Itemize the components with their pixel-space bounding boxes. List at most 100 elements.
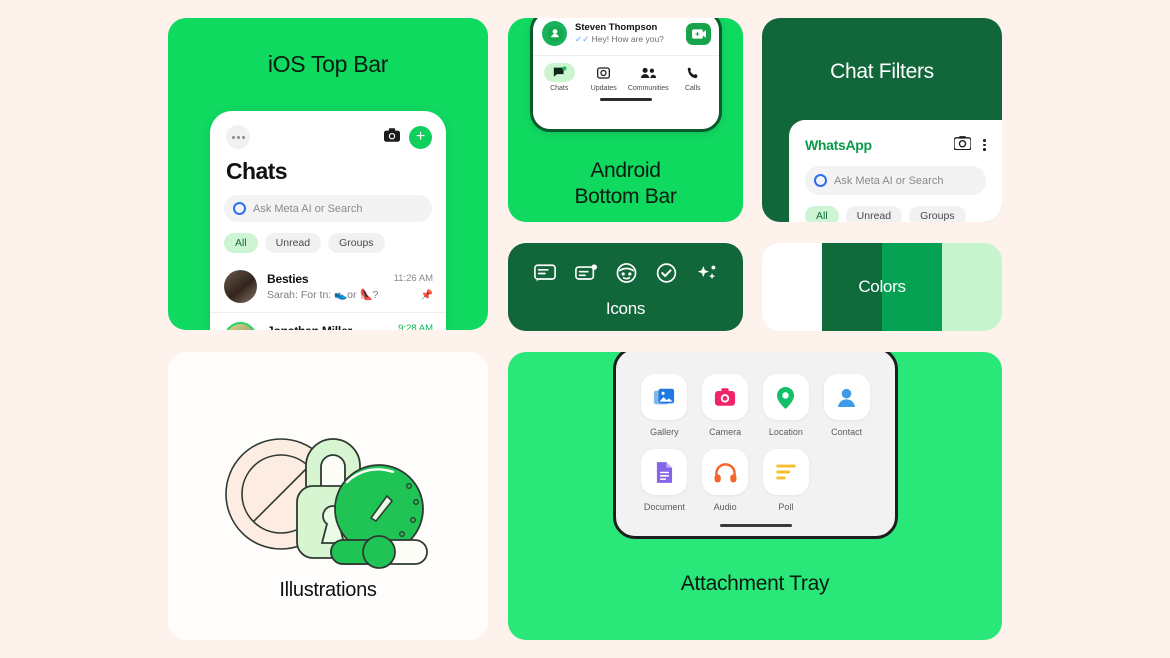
filter-pill-all[interactable]: All [224, 233, 258, 253]
attachment-label: Location [768, 427, 803, 437]
phone-icon [678, 63, 709, 82]
illustration-graphic [225, 438, 428, 569]
card-android-bottom-bar: Steven Thompson ✓✓ Hey! How are you? Cha… [508, 18, 743, 222]
attachment-label: Camera [709, 427, 742, 437]
bottom-navigation: Chats Updates Communities Calls [533, 56, 719, 96]
filter-pill-groups[interactable]: Groups [909, 206, 966, 222]
filter-pill-groups[interactable]: Groups [328, 233, 385, 253]
profile-avatar-icon [542, 21, 567, 46]
headphones-icon [702, 449, 749, 495]
message-text: Hey! How are you? [591, 34, 664, 44]
card-icons: Icons [508, 243, 743, 331]
search-input[interactable]: Ask Meta AI or Search [224, 195, 432, 222]
message-icon [533, 263, 556, 288]
nav-label: Chats [550, 85, 569, 92]
attachment-option-poll[interactable]: Poll [756, 449, 817, 512]
attachment-option-location[interactable]: Location [756, 374, 817, 437]
camera-icon [702, 374, 749, 420]
message-badge-icon [574, 263, 597, 288]
search-placeholder: Ask Meta AI or Search [253, 202, 363, 215]
contact-icon [823, 374, 870, 420]
kebab-menu-icon[interactable] [983, 138, 986, 152]
nav-label: Communities [627, 85, 669, 92]
attachment-option-camera[interactable]: Camera [695, 374, 756, 437]
filter-pill-all[interactable]: All [805, 206, 839, 222]
speedometer-gauge-icon [330, 464, 428, 569]
card-title-line1: Android [590, 159, 661, 182]
card-ios-top-bar: iOS Top Bar + Chats Ask Meta AI or Searc… [168, 18, 488, 330]
avatar-mask-icon [616, 263, 637, 288]
message-preview: ✓✓ Hey! How are you? [575, 34, 678, 45]
camera-icon[interactable] [953, 135, 973, 155]
nav-item-chats[interactable]: Chats [537, 63, 582, 92]
attachment-label: Audio [713, 502, 737, 512]
attachment-phone-mockup: Gallery Camera Location Contact Document… [613, 352, 898, 539]
attachment-option-document[interactable]: Document [634, 449, 695, 512]
card-title-icons: Icons [605, 299, 646, 318]
attachment-option-gallery[interactable]: Gallery [634, 374, 695, 437]
card-title-line2: Bottom Bar [574, 184, 677, 208]
card-title-attachment-tray: Attachment Tray [680, 572, 830, 595]
camera-icon[interactable] [384, 127, 400, 147]
filter-pill-unread[interactable]: Unread [845, 206, 903, 222]
chat-timestamp: 9:28 AM [398, 323, 433, 330]
chat-preview: Sarah: For tn: 👟or 👠? [267, 289, 379, 301]
card-title-colors: Colors [858, 277, 906, 296]
meta-ai-icon [814, 174, 827, 187]
attachment-option-contact[interactable]: Contact [816, 374, 877, 437]
more-horizontal-icon[interactable] [226, 125, 250, 149]
app-header: WhatsApp [789, 120, 1002, 155]
attachment-option-audio[interactable]: Audio [695, 449, 756, 512]
chat-name: Jonathan Miller [267, 324, 388, 330]
chat-filter-pills: All Unread Groups [210, 222, 446, 253]
nav-label: Calls [684, 85, 701, 92]
verified-check-icon [656, 263, 677, 288]
card-title-android: Android Bottom Bar [508, 158, 743, 209]
design-system-board: iOS Top Bar + Chats Ask Meta AI or Searc… [0, 0, 1170, 658]
attachment-label: Contact [831, 427, 863, 437]
list-item[interactable]: Steven Thompson ✓✓ Hey! How are you? [533, 18, 719, 56]
gallery-icon [641, 374, 688, 420]
search-input[interactable]: Ask Meta AI or Search [805, 166, 986, 195]
attachment-label: Document [643, 502, 685, 512]
chats-icon [544, 63, 575, 82]
document-icon [641, 449, 688, 495]
nav-item-calls[interactable]: Calls [671, 63, 716, 92]
chat-name: Besties [267, 272, 309, 286]
camera-plus-icon[interactable] [686, 22, 711, 45]
pin-icon: 📌 [420, 289, 433, 301]
app-name: WhatsApp [805, 137, 872, 153]
avatar [224, 322, 257, 330]
card-attachment-tray: Gallery Camera Location Contact Document… [508, 352, 1002, 640]
contact-name: Steven Thompson [575, 22, 658, 33]
android-phone-mockup: Steven Thompson ✓✓ Hey! How are you? Cha… [530, 18, 722, 132]
card-title-ios: iOS Top Bar [267, 51, 389, 77]
attachment-grid: Gallery Camera Location Contact Document… [616, 352, 895, 512]
double-check-icon: ✓✓ [575, 34, 590, 44]
nav-label: Updates [590, 85, 617, 92]
home-indicator [719, 524, 792, 527]
plus-icon[interactable]: + [409, 125, 432, 149]
location-pin-icon [762, 374, 809, 420]
attachment-label: Gallery [650, 427, 679, 437]
card-chat-filters: Chat Filters WhatsApp Ask Meta AI or Sea… [762, 18, 1002, 222]
home-indicator [600, 98, 652, 101]
poll-icon [762, 449, 809, 495]
card-title-chat-filters: Chat Filters [830, 60, 934, 83]
whatsapp-panel-mockup: WhatsApp Ask Meta AI or Search All Unrea… [789, 120, 1002, 222]
attachment-label: Poll [778, 502, 794, 512]
icon-showcase-row [508, 243, 743, 288]
nav-item-communities[interactable]: Communities [626, 63, 671, 92]
updates-icon [589, 63, 620, 82]
meta-ai-icon [233, 202, 246, 215]
ios-top-bar: + [210, 111, 446, 149]
card-illustrations: Illustrations [168, 352, 488, 640]
communities-icon [633, 63, 664, 82]
chat-timestamp: 11:26 AM [393, 272, 433, 284]
nav-item-updates[interactable]: Updates [582, 63, 627, 92]
table-row[interactable]: Jonathan Miller 🗂 Sticker 9:28 AM 4 [210, 313, 446, 330]
avatar [224, 270, 257, 303]
search-placeholder: Ask Meta AI or Search [834, 174, 944, 187]
table-row[interactable]: Besties Sarah: For tn: 👟or 👠? 11:26 AM 📌 [210, 261, 446, 313]
filter-pill-unread[interactable]: Unread [264, 233, 322, 253]
